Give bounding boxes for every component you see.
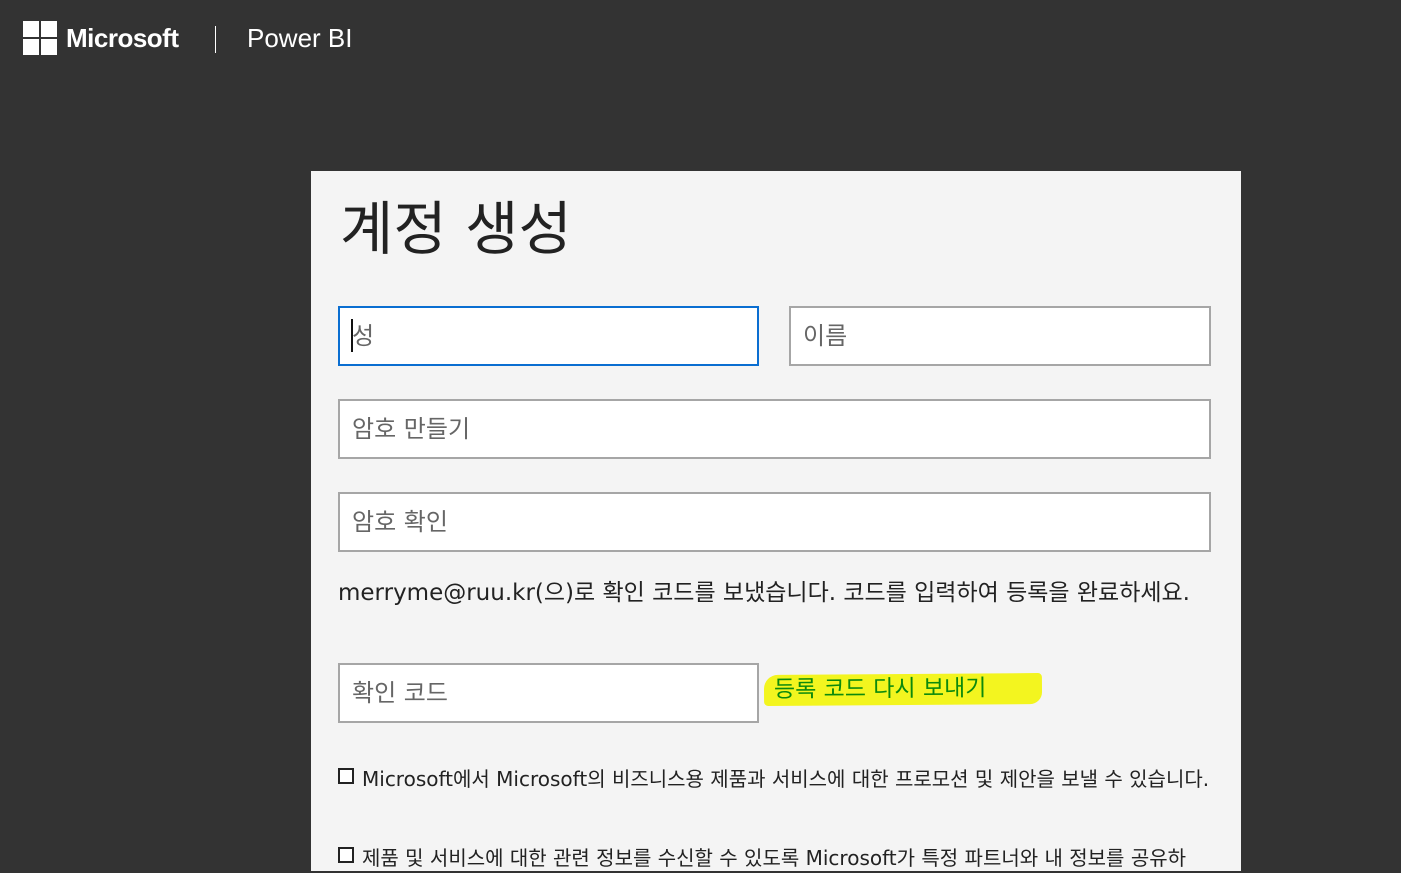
partner-share-checkbox[interactable] — [338, 847, 354, 863]
verification-code-field[interactable] — [338, 663, 759, 723]
verification-code-input[interactable] — [340, 665, 757, 721]
partner-share-label: 제품 및 서비스에 대한 관련 정보를 수신할 수 있도록 Microsoft가… — [362, 846, 1187, 870]
text-caret — [351, 319, 353, 352]
confirm-password-field[interactable] — [338, 492, 1211, 552]
last-name-input[interactable] — [340, 308, 757, 364]
promo-consent-label: Microsoft에서 Microsoft의 비즈니스용 제품과 서비스에 대한… — [362, 767, 1210, 791]
first-name-field[interactable] — [789, 306, 1211, 366]
signup-card: 계정 생성 merryme@ruu.kr(으)로 확인 코드를 보냈습니다. 코… — [311, 171, 1241, 871]
product-name[interactable]: Power BI — [247, 22, 353, 54]
brand-name[interactable]: Microsoft — [66, 22, 179, 54]
verification-info-text: merryme@ruu.kr(으)로 확인 코드를 보냈습니다. 코드를 입력하… — [338, 580, 1190, 606]
brand-divider — [215, 26, 216, 53]
resend-code-highlight: 등록 코드 다시 보내기 — [763, 673, 1043, 706]
partner-share-row[interactable]: 제품 및 서비스에 대한 관련 정보를 수신할 수 있도록 Microsoft가… — [338, 844, 1218, 873]
microsoft-logo-icon[interactable] — [23, 21, 57, 55]
page-title: 계정 생성 — [340, 195, 572, 263]
confirm-password-input[interactable] — [340, 494, 1209, 550]
first-name-input[interactable] — [791, 308, 1209, 364]
resend-code-link[interactable]: 등록 코드 다시 보내기 — [774, 673, 987, 704]
password-input[interactable] — [340, 401, 1209, 457]
last-name-field[interactable] — [338, 306, 759, 366]
promo-consent-checkbox[interactable] — [338, 768, 354, 784]
password-field[interactable] — [338, 399, 1211, 459]
top-bar: Microsoft Power BI — [0, 0, 1401, 80]
promo-consent-row[interactable]: Microsoft에서 Microsoft의 비즈니스용 제품과 서비스에 대한… — [338, 765, 1218, 794]
